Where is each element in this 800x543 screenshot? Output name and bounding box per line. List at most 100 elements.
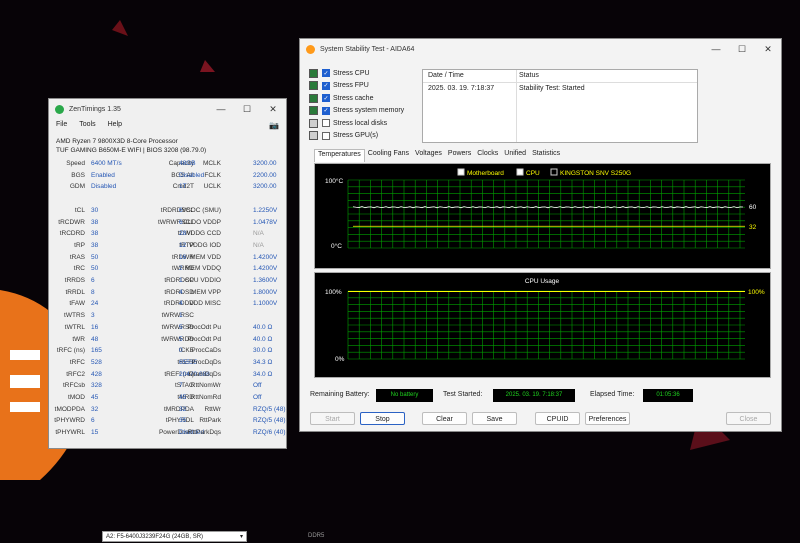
timing-row: GDM Disabled Cmd2T 1T UCLK 3200.00 xyxy=(49,183,288,194)
stress-option[interactable]: Stress GPU(s) xyxy=(309,130,378,142)
clear-button[interactable]: Clear xyxy=(422,412,467,425)
timing-value: 6 xyxy=(91,417,95,425)
timing-value: N/A xyxy=(253,230,264,238)
timing-value: 48 xyxy=(91,335,99,343)
timing-label: Speed xyxy=(66,160,85,167)
timing-label: RttNomRd xyxy=(190,394,221,401)
tab-temperatures[interactable]: Temperatures xyxy=(314,149,365,162)
stress-checkbox[interactable]: ✓ xyxy=(322,94,330,102)
ddr-type: DDR5 xyxy=(308,533,325,539)
timing-row: tFAW 24 tRDRDDD 4 VDD MISC 1.1000V xyxy=(49,300,288,311)
timing-row: tWTRS 3 tWRWRSC 1 xyxy=(49,312,288,323)
timing-value: 45 xyxy=(91,394,99,401)
timing-value: 1 xyxy=(179,312,183,320)
timing-value: 165 xyxy=(91,347,102,355)
timing-value: 1.4200V xyxy=(253,265,278,273)
timing-row: tPHYWRL 15 PowerDown Disabled RttParkDqs RZQ/… xyxy=(49,429,288,440)
timing-value: N/A xyxy=(253,241,264,249)
legend-checkbox[interactable] xyxy=(550,168,558,176)
timing-value: 4 xyxy=(179,300,183,308)
timing-row: tRFC2 428 tREFI (ns) 20479.688 DramDqDs 34.0 … xyxy=(49,371,288,382)
timing-row: tRRDL 8 tRDRDSD 4 MEM VPP 1.8000V xyxy=(49,289,288,300)
stress-option[interactable]: ✓ Stress cache xyxy=(309,92,373,104)
maximize-icon[interactable]: ☐ xyxy=(729,39,755,59)
memory-module-select[interactable]: A2: F5-6400J3239F24G (24GB, SR) ▾ xyxy=(102,531,247,542)
stress-option[interactable]: ✓ Stress FPU xyxy=(309,80,369,92)
timing-label: tRRDL xyxy=(65,288,85,296)
timing-row: BGS Enabled BGS Alt Disabled FCLK 2200.00 xyxy=(49,172,288,183)
camera-icon[interactable]: 📷 xyxy=(269,121,279,130)
legend-checkbox[interactable] xyxy=(457,168,465,176)
tab-powers[interactable]: Powers xyxy=(445,149,474,161)
timing-value: 50 xyxy=(91,253,99,261)
stress-checkbox[interactable]: ✓ xyxy=(322,81,330,90)
stress-option[interactable]: ✓ Stress CPU xyxy=(309,67,370,79)
stress-checkbox[interactable]: ✓ xyxy=(322,69,330,77)
stress-option[interactable]: ✓ Stress system memory xyxy=(309,105,404,117)
timing-value: Off xyxy=(253,394,262,401)
menu-file[interactable]: File xyxy=(56,121,67,128)
maximize-icon[interactable]: ☐ xyxy=(234,99,260,119)
timing-label: tFAW xyxy=(69,300,85,308)
close-button[interactable]: Close xyxy=(726,412,771,425)
minimize-icon[interactable]: — xyxy=(208,99,234,119)
menu-tools[interactable]: Tools xyxy=(79,121,95,128)
test-started-label: Test Started: xyxy=(443,391,483,398)
timing-label: UCLK xyxy=(203,183,221,191)
test-started-value: 2025. 03. 19. 7:18:37 xyxy=(493,389,575,402)
timing-value: 3200.00 xyxy=(253,160,277,167)
timing-row: tRCDWR 38 tWRWRSCL 6 CLDO VDDP 1.0478V xyxy=(49,219,288,230)
timing-value: 35 xyxy=(179,417,187,425)
timing-label: BGS xyxy=(71,171,85,179)
timing-label: tCL xyxy=(74,206,85,214)
timing-value: 5 xyxy=(179,335,183,343)
timing-value: 15 xyxy=(91,429,99,437)
zentimings-window: ZenTimings 1.35 — ☐ ✕ File Tools Help 📷 … xyxy=(48,98,324,542)
timing-value: 30.0 Ω xyxy=(253,347,273,355)
legend-checkbox[interactable] xyxy=(516,168,524,176)
timing-label: RttParkDqs xyxy=(187,429,221,437)
timing-label: VSOC (SMU) xyxy=(182,206,221,214)
start-button[interactable]: Start xyxy=(310,412,355,425)
timing-label: MEM VDD xyxy=(190,253,221,261)
close-icon[interactable]: ✕ xyxy=(755,39,781,59)
timing-value: 1.1000V xyxy=(253,300,278,308)
stress-option[interactable]: Stress local disks xyxy=(309,117,387,129)
stress-label: Stress system memory xyxy=(333,107,405,114)
tab-voltages[interactable]: Voltages xyxy=(412,149,445,161)
device-icon xyxy=(309,118,318,128)
close-icon[interactable]: ✕ xyxy=(260,99,286,119)
timing-label: ProcCaDs xyxy=(191,347,221,355)
timing-value: 1.4200V xyxy=(253,253,278,261)
timing-row: tRRDS 6 tRDRDSC 1 CPU VDDIO 1.3600V xyxy=(49,277,288,288)
cpu-usage-value: 100% xyxy=(748,289,765,296)
remaining-battery-value: No battery xyxy=(376,389,433,402)
timing-value: 2 xyxy=(179,265,183,273)
stress-checkbox[interactable]: ✓ xyxy=(322,106,330,115)
stress-checkbox[interactable] xyxy=(322,119,330,127)
minimize-icon[interactable]: — xyxy=(703,39,729,59)
zen-title: ZenTimings 1.35 xyxy=(69,105,121,113)
stress-label: Stress cache xyxy=(333,94,374,102)
menu-help[interactable]: Help xyxy=(108,121,122,128)
stress-label: Stress GPU(s) xyxy=(333,132,379,139)
aida-title: System Stability Test - AIDA64 xyxy=(320,45,415,53)
zentimings-logo-icon xyxy=(55,104,64,114)
timing-value: 38 xyxy=(91,218,99,226)
tab-unified[interactable]: Unified xyxy=(501,149,529,161)
save-button[interactable]: Save xyxy=(472,412,517,425)
timing-row: tRAS 50 tRDWR 16 MEM VDD 1.4200V xyxy=(49,254,288,265)
timing-label: RttPark xyxy=(199,417,221,425)
tab-statistics[interactable]: Statistics xyxy=(529,149,563,161)
stop-button[interactable]: Stop xyxy=(360,412,405,425)
timing-label: RttNomWr xyxy=(190,382,221,390)
tab-clocks[interactable]: Clocks xyxy=(474,149,501,161)
stress-checkbox[interactable] xyxy=(322,131,330,140)
timing-value: 528 xyxy=(91,358,102,366)
preferences-button[interactable]: Preferences xyxy=(585,412,630,425)
timing-value: 2200.00 xyxy=(253,171,277,179)
tab-cooling-fans[interactable]: Cooling Fans xyxy=(365,149,412,161)
timing-value: 8 xyxy=(91,288,95,296)
timing-label: ProcDqDs xyxy=(191,358,221,366)
cpuid-button[interactable]: CPUID xyxy=(535,412,580,425)
